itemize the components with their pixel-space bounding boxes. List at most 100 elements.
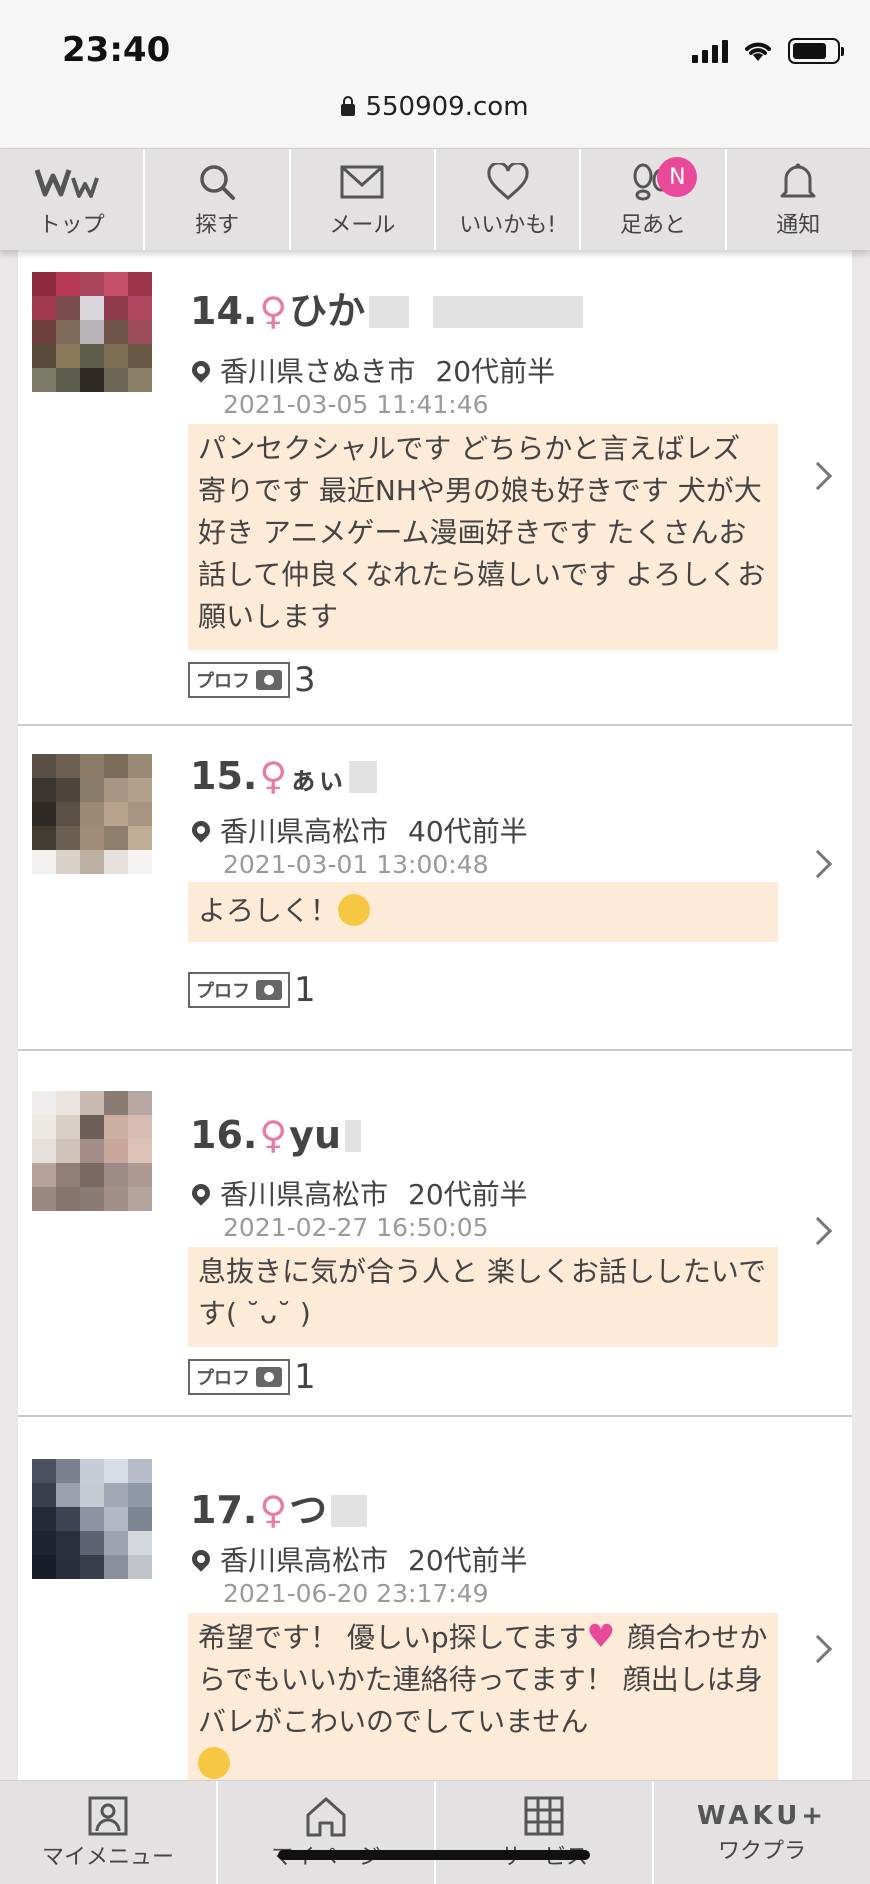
system-icons <box>692 38 844 64</box>
grid-icon <box>524 1796 564 1835</box>
female-icon: ♀ <box>259 1488 288 1532</box>
location-pin-icon <box>188 817 214 843</box>
age-text: 20代前半 <box>408 1178 528 1211</box>
profile-name: ひか <box>289 289 366 333</box>
url-text: 550909.com <box>365 92 529 122</box>
profile-number: 14. <box>190 289 258 333</box>
status-time: 23:40 <box>62 30 171 70</box>
chevron-right-icon[interactable] <box>803 461 833 491</box>
profile-card[interactable]: 14.♀ひか 香川県さぬき市 20代前半 2021-03-05 11:41:46 … <box>18 250 852 726</box>
nav-like[interactable]: いいかも! <box>436 149 582 250</box>
location-pin-icon <box>188 1180 214 1206</box>
blurred-name <box>345 1120 361 1152</box>
nav-footprint[interactable]: 足あと N <box>581 149 727 250</box>
profile-number: 16. <box>190 1113 258 1157</box>
camera-icon <box>256 1367 282 1387</box>
ww-logo-icon <box>34 161 109 203</box>
bottom-nav-mymenu[interactable]: マイメニュー <box>0 1781 218 1884</box>
location-text: 香川県高松市 <box>220 815 389 848</box>
profile-thumbnail[interactable] <box>32 1459 152 1579</box>
age-text: 40代前半 <box>408 815 528 848</box>
chevron-right-icon[interactable] <box>803 849 833 879</box>
photo-count: 3 <box>294 660 316 700</box>
message-text: よろしく！ <box>198 894 339 927</box>
nav-top[interactable]: トップ <box>0 149 146 250</box>
profile-thumbnail[interactable] <box>32 272 152 392</box>
prof-photo-count[interactable]: プロフ 3 <box>188 660 316 700</box>
profile-card[interactable]: 17.♀つ 香川県高松市 20代前半 2021-06-20 23:17:49 希望… <box>18 1417 852 1780</box>
bottom-nav-mymenu-label: マイメニュー <box>41 1844 174 1870</box>
wifi-icon <box>745 42 771 61</box>
profile-location: 香川県高松市 20代前半 <box>188 1539 528 1579</box>
pink-heart-emoji-icon <box>586 1615 618 1657</box>
profile-thumbnail[interactable] <box>32 754 152 874</box>
mail-icon <box>340 161 384 203</box>
notification-badge: N <box>657 157 698 197</box>
female-icon: ♀ <box>259 754 288 798</box>
prof-label: プロフ <box>196 671 250 692</box>
photo-count: 1 <box>294 1357 316 1397</box>
chevron-right-icon[interactable] <box>803 1216 833 1246</box>
blurred-name <box>369 296 410 328</box>
nav-notification-label: 通知 <box>776 212 821 238</box>
blurred-name <box>349 761 378 793</box>
profile-title[interactable]: 16.♀yu <box>190 1113 361 1157</box>
camera-icon <box>256 980 282 1000</box>
bottom-nav-wakupla[interactable]: WAKU+ ワクプラ <box>654 1781 870 1884</box>
nav-top-label: トップ <box>38 212 105 238</box>
prof-photo-count[interactable]: プロフ 1 <box>188 1357 316 1397</box>
waku-plus-logo: WAKU+ <box>696 1800 828 1831</box>
chevron-right-icon[interactable] <box>803 1634 833 1664</box>
female-icon: ♀ <box>259 289 288 333</box>
nav-notification[interactable]: 通知 <box>727 149 870 250</box>
profile-date: 2021-03-01 13:00:48 <box>223 850 489 879</box>
location-pin-icon <box>188 357 214 383</box>
profile-message: 息抜きに気が合う人と 楽しくお話ししたいです( ˘ᴗ˘ ) <box>188 1247 778 1347</box>
profile-title[interactable]: 17.♀つ <box>190 1479 368 1534</box>
nav-search-label: 探す <box>194 212 239 238</box>
camera-icon <box>256 670 282 690</box>
profile-number: 17. <box>190 1488 258 1532</box>
prof-photo-count[interactable]: プロフ 1 <box>188 970 316 1010</box>
profile-name: yu <box>289 1113 341 1157</box>
profile-title[interactable]: 15.♀ぁぃ <box>190 754 378 798</box>
location-text: 香川県高松市 <box>220 1544 389 1577</box>
profile-message: パンセクシャルです どちらかと言えばレズ寄りです 最近NHや男の娘も好きです 犬… <box>188 424 778 650</box>
signal-icon <box>692 39 728 63</box>
female-icon: ♀ <box>259 1113 288 1157</box>
age-text: 20代前半 <box>435 355 556 388</box>
profile-title[interactable]: 14.♀ひか <box>190 280 584 335</box>
home-icon <box>306 1797 346 1836</box>
profile-message: 希望です！ 優しいp探してます 顔合わせからでもいいかた連絡待ってます！ 顔出し… <box>188 1613 778 1780</box>
bottom-nav-mypage[interactable]: マイページ <box>218 1781 436 1884</box>
bottom-nav-service[interactable]: サービス <box>436 1781 654 1884</box>
bottom-nav: マイメニュー マイページ サービス WAKU+ ワクプラ <box>0 1780 870 1884</box>
heart-icon <box>487 161 529 203</box>
prof-tag: プロフ <box>188 972 290 1008</box>
nav-footprint-label: 足あと <box>619 212 686 238</box>
status-bar: 23:40 550909.com <box>0 0 870 148</box>
profile-name: ぁぃ <box>289 763 346 796</box>
nav-mail[interactable]: メール <box>291 149 436 250</box>
profile-card[interactable]: 15.♀ぁぃ 香川県高松市 40代前半 2021-03-01 13:00:48 よ… <box>18 726 852 1051</box>
profile-name: つ <box>289 1488 328 1532</box>
profile-thumbnail[interactable] <box>32 1091 152 1211</box>
age-text: 20代前半 <box>408 1544 528 1577</box>
tongue-face-emoji-icon <box>338 894 371 926</box>
prof-label: プロフ <box>196 981 250 1002</box>
nav-search[interactable]: 探す <box>145 149 291 250</box>
url-bar[interactable]: 550909.com <box>0 92 870 122</box>
profile-date: 2021-02-27 16:50:05 <box>223 1213 489 1242</box>
location-pin-icon <box>188 1546 214 1572</box>
top-nav: トップ 探す メール いいかも! 足あと N 通知 <box>0 148 870 250</box>
nav-mail-label: メール <box>329 212 396 238</box>
profile-list: 14.♀ひか 香川県さぬき市 20代前半 2021-03-05 11:41:46 … <box>18 250 852 1780</box>
location-text: 香川県さぬき市 <box>220 355 416 388</box>
profile-card[interactable]: 16.♀yu 香川県高松市 20代前半 2021-02-27 16:50:05 息… <box>18 1051 852 1417</box>
lock-icon <box>341 96 356 116</box>
prof-tag: プロフ <box>188 1359 290 1395</box>
blurred-name <box>433 296 584 328</box>
bottom-nav-wakupla-label: ワクプラ <box>717 1838 806 1864</box>
home-indicator[interactable] <box>278 1850 590 1860</box>
photo-count: 1 <box>294 970 316 1010</box>
